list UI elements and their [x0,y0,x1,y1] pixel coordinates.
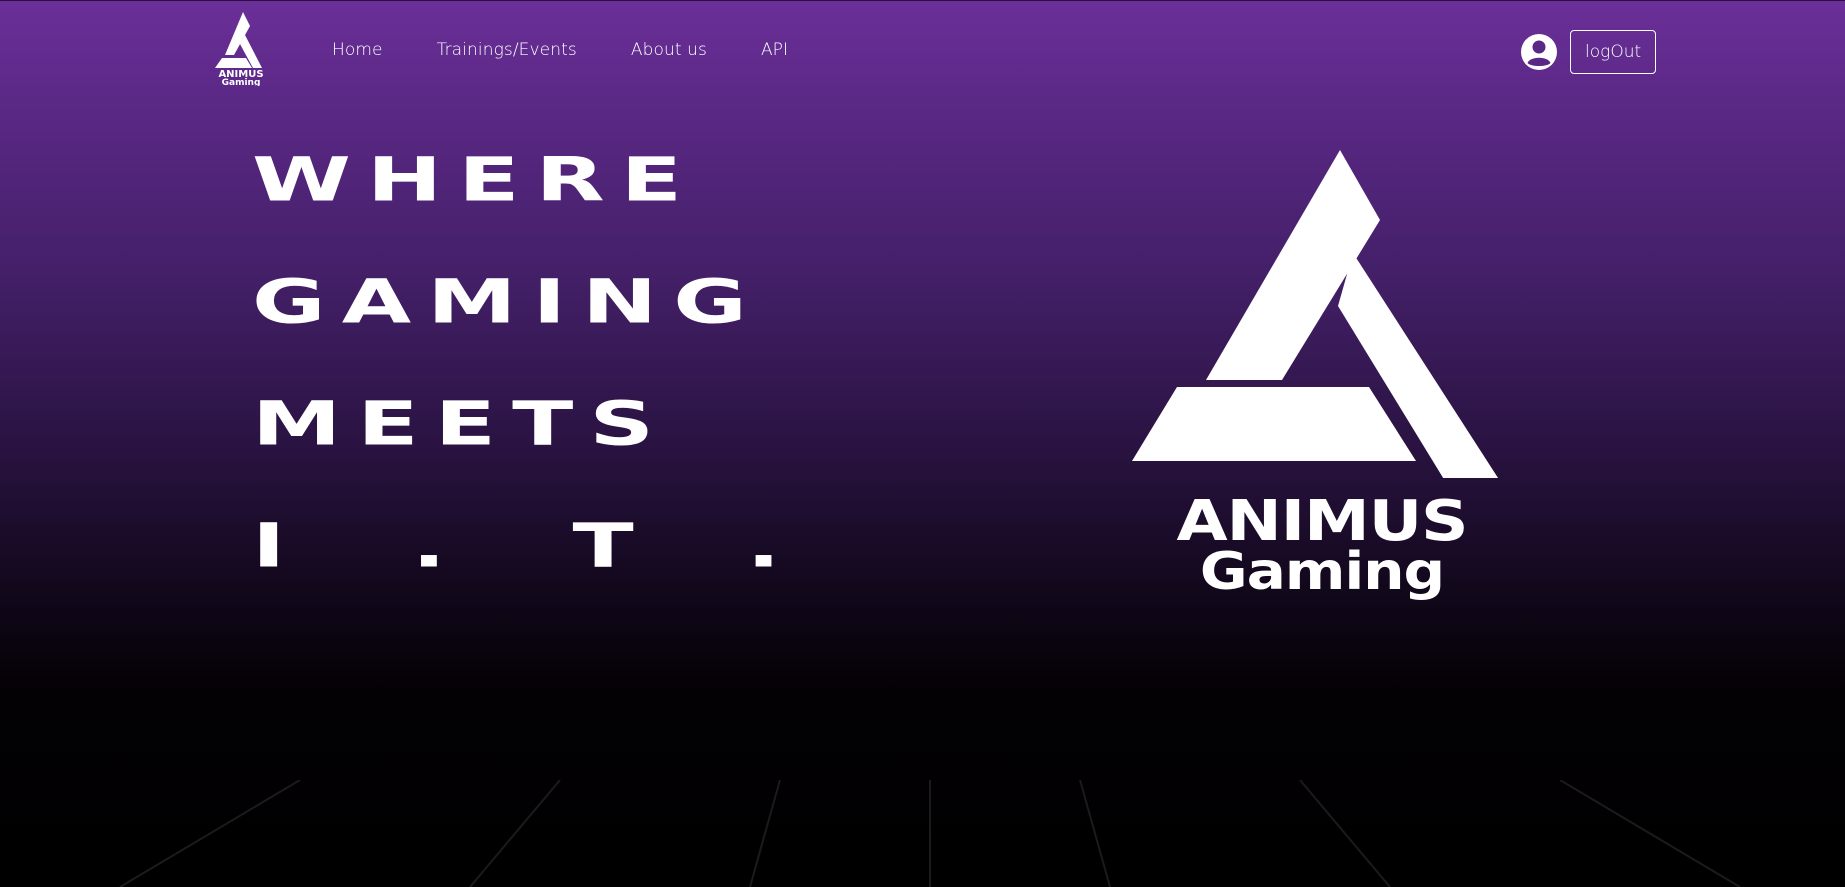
hero-headline: WHERE GAMING MEETS I.T. [252,150,781,616]
hero-line-where: WHERE [252,145,699,216]
animus-gaming-wordmark: ANIMUS Gaming [1142,494,1502,599]
logout-button[interactable]: logOut [1570,30,1657,74]
floor-grid-decoration [119,780,1741,887]
hero-line-meets: MEETS [252,389,671,460]
animus-gaming-logo[interactable]: ANIMUS Gaming [210,12,272,86]
site-header: ANIMUS Gaming Home Trainings/Events Abou… [0,0,1845,105]
user-area: logOut [1520,30,1657,74]
wordmark-animus: ANIMUS [1176,489,1469,554]
animus-triangle-logo-icon [1132,150,1499,478]
main-nav: Home Trainings/Events About us API [332,40,788,60]
hero-line-gaming: GAMING [252,267,763,338]
nav-trainings-events[interactable]: Trainings/Events [437,40,577,60]
hero-line-it: I.T. [252,511,908,582]
nav-api[interactable]: API [761,40,788,60]
wordmark-gaming: Gaming [1199,542,1445,602]
user-circle-icon[interactable] [1520,33,1558,71]
nav-home[interactable]: Home [332,40,383,60]
nav-about-us[interactable]: About us [631,40,707,60]
brand-logo-line2: Gaming [222,78,261,86]
